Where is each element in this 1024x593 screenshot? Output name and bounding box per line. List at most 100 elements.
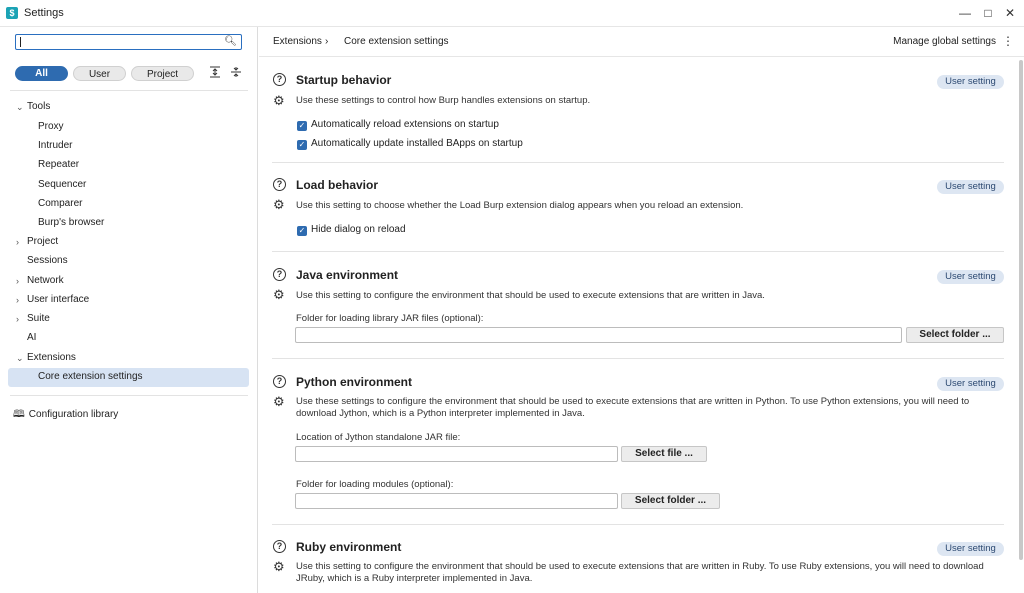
search-input[interactable]: 🔍︎ — [15, 34, 242, 50]
help-icon[interactable]: ? — [273, 73, 286, 86]
tree-label: Project — [27, 236, 59, 247]
section-desc-load: Use this setting to choose whether the L… — [296, 200, 744, 211]
select-file-button[interactable]: Select file ... — [621, 446, 707, 462]
gear-icon[interactable]: ⚙ — [273, 198, 285, 211]
checkbox-label: Hide dialog on reload — [311, 224, 406, 235]
checkbox-label: Automatically update installed BApps on … — [311, 138, 523, 149]
modules-folder-input[interactable] — [295, 493, 618, 509]
section-desc-java: Use this setting to configure the enviro… — [296, 290, 765, 301]
section-desc-python-line1: Use these settings to configure the envi… — [296, 396, 970, 407]
checkbox-auto-reload[interactable]: ✓ Automatically reload extensions on star… — [297, 119, 499, 131]
tree-label: Extensions — [27, 352, 76, 363]
section-title-python: Python environment — [296, 375, 413, 389]
help-icon[interactable]: ? — [273, 178, 286, 191]
scope-all-button[interactable]: All — [15, 66, 68, 81]
tree-label: Suite — [27, 313, 50, 324]
tree-item-extensions[interactable]: ⌄ Extensions — [0, 349, 250, 367]
tree-item-comparer[interactable]: Comparer — [38, 195, 82, 213]
burp-app-icon: $ — [6, 7, 18, 19]
scrollbar[interactable] — [1019, 60, 1023, 560]
sidebar-divider — [10, 395, 248, 396]
chevron-right-icon: › — [16, 314, 19, 324]
checkbox-label: Automatically reload extensions on start… — [311, 119, 499, 130]
gear-icon[interactable]: ⚙ — [273, 395, 285, 408]
tree-label: Tools — [27, 101, 51, 112]
tree-label: Network — [27, 275, 64, 286]
user-setting-badge: User setting — [937, 270, 1004, 284]
chevron-right-icon: › — [16, 276, 19, 286]
field-label-library-jar: Folder for loading library JAR files (op… — [296, 313, 484, 324]
title-bar: $ Settings — □ ✕ — [0, 0, 1024, 27]
section-divider — [272, 162, 1004, 163]
scope-project-button[interactable]: Project — [131, 66, 194, 81]
collapse-all-icon[interactable] — [229, 66, 243, 80]
user-setting-badge: User setting — [937, 542, 1004, 556]
checkbox-checked-icon[interactable]: ✓ — [297, 226, 307, 236]
tree-item-sessions[interactable]: Sessions — [27, 252, 68, 270]
section-divider — [272, 251, 1004, 252]
manage-global-settings-link[interactable]: Manage global settings — [893, 36, 996, 47]
section-divider — [272, 524, 1004, 525]
library-jar-folder-input[interactable] — [295, 327, 902, 343]
sidebar-divider — [10, 90, 248, 91]
maximize-button[interactable]: □ — [978, 4, 998, 22]
text-caret — [20, 37, 21, 47]
settings-content: Extensions › Core extension settings Man… — [259, 27, 1024, 593]
tree-label: User interface — [27, 294, 90, 305]
section-desc-startup: Use these settings to control how Burp h… — [296, 95, 591, 106]
tree-item-ai[interactable]: AI — [27, 329, 36, 347]
gear-icon[interactable]: ⚙ — [273, 94, 285, 107]
scope-user-button[interactable]: User — [73, 66, 126, 81]
search-icon[interactable]: 🔍︎ — [224, 36, 237, 47]
section-divider — [272, 358, 1004, 359]
tree-item-network[interactable]: › Network — [0, 272, 250, 290]
settings-sidebar: 🔍︎ All User Project ⌄ Tools Proxy Intrud… — [0, 27, 258, 593]
chevron-down-icon: ⌄ — [16, 102, 24, 112]
tree-item-repeater[interactable]: Repeater — [38, 156, 79, 174]
user-setting-badge: User setting — [937, 180, 1004, 194]
section-title-startup: Startup behavior — [296, 73, 392, 87]
more-options-icon[interactable]: ⋮ — [1002, 34, 1014, 48]
book-icon: 🕮︎ — [13, 409, 25, 420]
section-desc-ruby-line1: Use this setting to configure the enviro… — [296, 561, 984, 572]
help-icon[interactable]: ? — [273, 540, 286, 553]
expand-all-icon[interactable] — [208, 66, 222, 80]
checkbox-checked-icon[interactable]: ✓ — [297, 140, 307, 150]
section-title-ruby: Ruby environment — [296, 540, 402, 554]
checkbox-checked-icon[interactable]: ✓ — [297, 121, 307, 131]
tree-item-tools[interactable]: ⌄ Tools — [0, 98, 250, 116]
breadcrumb-core-extension-settings: Core extension settings — [344, 36, 449, 47]
user-setting-badge: User setting — [937, 377, 1004, 391]
section-desc-ruby-line2: JRuby, which is a Ruby interpreter imple… — [296, 573, 533, 584]
field-label-modules-folder: Folder for loading modules (optional): — [296, 479, 454, 490]
chevron-down-icon: ⌄ — [16, 353, 24, 363]
jython-jar-input[interactable] — [295, 446, 618, 462]
gear-icon[interactable]: ⚙ — [273, 288, 285, 301]
help-icon[interactable]: ? — [273, 375, 286, 388]
help-icon[interactable]: ? — [273, 268, 286, 281]
tree-item-intruder[interactable]: Intruder — [38, 137, 72, 155]
select-folder-button[interactable]: Select folder ... — [621, 493, 720, 509]
minimize-button[interactable]: — — [955, 4, 975, 22]
tree-item-project[interactable]: › Project — [0, 233, 250, 251]
tree-item-core-extension-settings[interactable]: Core extension settings — [38, 368, 143, 386]
checkbox-hide-dialog[interactable]: ✓ Hide dialog on reload — [297, 224, 406, 236]
breadcrumb: Extensions › Core extension settings Man… — [259, 27, 1024, 57]
checkbox-auto-update-bapps[interactable]: ✓ Automatically update installed BApps on… — [297, 138, 523, 150]
chevron-right-icon: › — [16, 295, 19, 305]
select-folder-button[interactable]: Select folder ... — [906, 327, 1004, 343]
breadcrumb-extensions[interactable]: Extensions — [273, 36, 322, 47]
tree-item-user-interface[interactable]: › User interface — [0, 291, 250, 309]
gear-icon[interactable]: ⚙ — [273, 560, 285, 573]
chevron-right-icon: › — [16, 237, 19, 247]
tree-item-sequencer[interactable]: Sequencer — [38, 176, 86, 194]
window-title: Settings — [24, 7, 64, 19]
section-title-load: Load behavior — [296, 178, 379, 192]
tree-item-suite[interactable]: › Suite — [0, 310, 250, 328]
tree-item-burps-browser[interactable]: Burp's browser — [38, 214, 104, 232]
field-label-jython-jar: Location of Jython standalone JAR file: — [296, 432, 461, 443]
breadcrumb-separator: › — [325, 36, 329, 47]
close-button[interactable]: ✕ — [1000, 4, 1020, 22]
tree-item-proxy[interactable]: Proxy — [38, 118, 64, 136]
configuration-library-link[interactable]: 🕮︎ Configuration library — [13, 407, 118, 424]
